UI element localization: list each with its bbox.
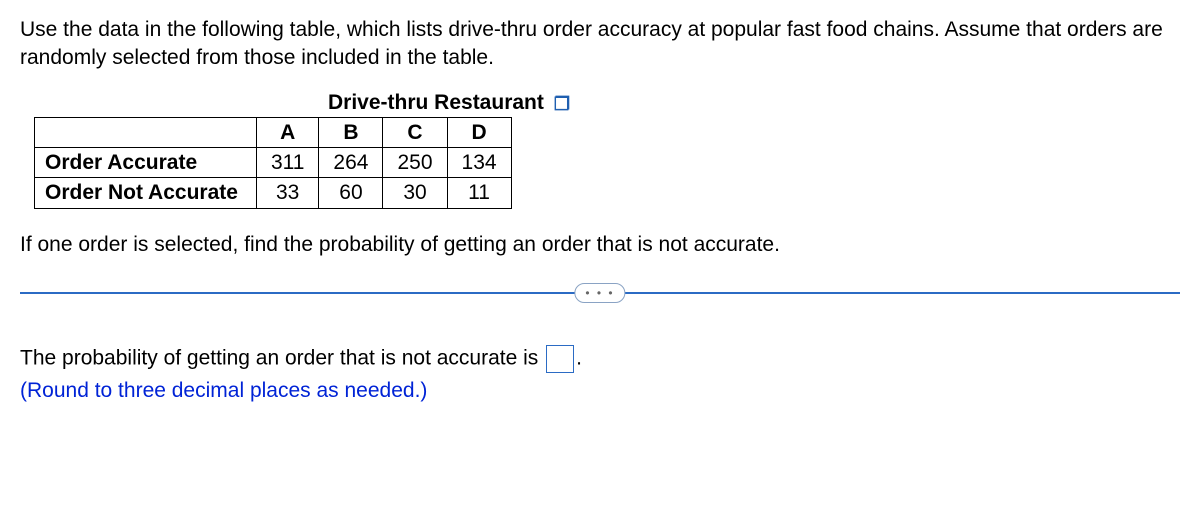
blank-header-cell (35, 117, 257, 147)
table-container: Drive-thru Restaurant ❐ A B C D Order Ac… (34, 91, 1180, 209)
data-table: A B C D Order Accurate 311 264 250 134 O… (34, 117, 512, 209)
rounding-note: (Round to three decimal places as needed… (20, 379, 1180, 403)
table-title: Drive-thru Restaurant (328, 91, 544, 115)
answer-line: The probability of getting an order that… (20, 345, 1180, 373)
expand-bubble[interactable]: • • • (574, 283, 625, 303)
row-label: Order Not Accurate (35, 178, 257, 208)
table-cell: 33 (256, 178, 318, 208)
col-header-d: D (447, 117, 511, 147)
table-cell: 311 (256, 148, 318, 178)
question-text: If one order is selected, find the proba… (20, 233, 1180, 257)
answer-input[interactable] (546, 345, 574, 373)
table-row: Order Accurate 311 264 250 134 (35, 148, 512, 178)
table-cell: 60 (319, 178, 383, 208)
answer-suffix: . (576, 346, 582, 369)
table-cell: 30 (383, 178, 447, 208)
table-cell: 134 (447, 148, 511, 178)
table-cell: 11 (447, 178, 511, 208)
table-cell: 264 (319, 148, 383, 178)
col-header-a: A (256, 117, 318, 147)
col-header-c: C (383, 117, 447, 147)
section-divider: • • • (20, 283, 1180, 303)
intro-text: Use the data in the following table, whi… (20, 16, 1180, 73)
table-row: Order Not Accurate 33 60 30 11 (35, 178, 512, 208)
col-header-b: B (319, 117, 383, 147)
table-cell: 250 (383, 148, 447, 178)
popup-icon[interactable]: ❐ (554, 95, 570, 113)
answer-prefix: The probability of getting an order that… (20, 346, 544, 369)
row-label: Order Accurate (35, 148, 257, 178)
